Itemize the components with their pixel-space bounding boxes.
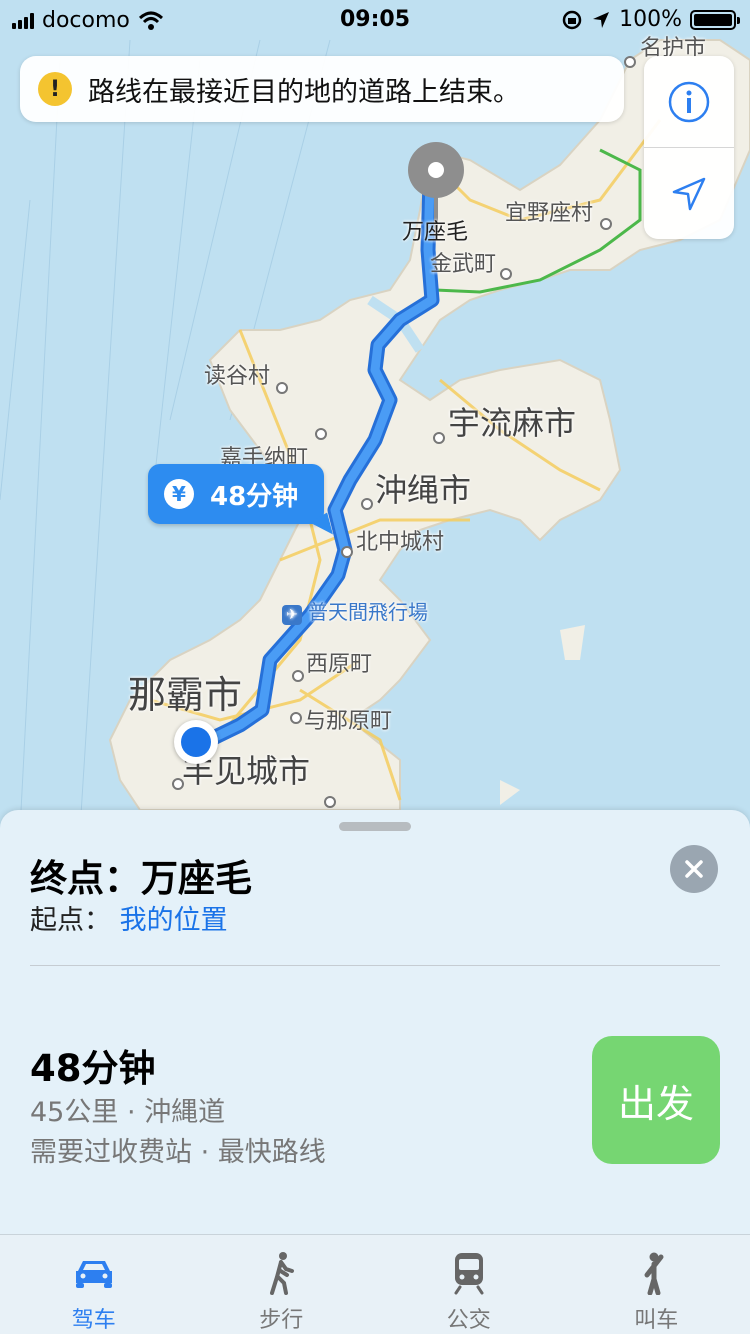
map-label-uruma: 宇流麻市 [448,404,577,442]
tab-label: 叫车 [634,1308,679,1333]
status-bar: docomo 09:05 100% [0,0,750,40]
transport-tab-bar: 驾车 步行 公交 叫车 [0,1234,750,1334]
tab-label: 驾车 [71,1308,116,1333]
map-marker [315,428,327,440]
route-time-bubble[interactable]: ¥ 48分钟 [148,464,324,524]
origin-prefix: 起点： [30,905,111,936]
map-info-button[interactable] [644,56,734,147]
map-label-naha: 那霸市 [128,673,243,717]
route-distance: 45公里 · 沖縄道 [30,1097,226,1128]
location-arrow-icon [672,177,706,210]
origin-row: 起点： 我的位置 [30,898,228,937]
tab-drive[interactable]: 驾车 [0,1235,188,1334]
map-marker [292,670,304,682]
current-location-dot [174,720,218,764]
transit-icon [454,1252,484,1294]
tab-walk[interactable]: 步行 [188,1235,376,1334]
battery-icon [690,9,740,30]
destination-title: 终点：万座毛 [30,857,252,900]
airplane-icon: ✈ [282,605,302,625]
map-marker [172,778,184,790]
info-icon [668,81,710,122]
map-marker [361,498,373,510]
go-button[interactable]: 出发 [592,1036,720,1164]
map-view[interactable]: 名护市 宜野座村 金武町 读谷村 宇流麻市 嘉手纳町 沖绳市 北中城村 ✈ 普天間… [0,0,750,830]
close-button[interactable] [670,845,718,893]
location-arrow-icon [593,11,610,28]
map-label-okinawa: 沖绳市 [375,471,472,509]
map-marker [600,218,612,230]
tab-label: 公交 [446,1308,491,1333]
route-note: 需要过收费站 · 最快路线 [30,1137,326,1168]
map-controls [644,56,734,239]
car-icon [75,1260,112,1288]
rotation-lock-icon [562,10,582,29]
origin-link[interactable]: 我的位置 [120,905,228,936]
close-icon [685,860,703,878]
map-label-nishihara: 西原町 [306,652,373,677]
divider [30,965,720,966]
map-label-ginoza: 宜野座村 [505,201,594,226]
map-label-kitanakagusuku: 北中城村 [356,530,445,555]
map-label-yonabaru: 与那原町 [304,709,393,734]
tab-label: 步行 [259,1308,304,1333]
yen-icon: ¥ [164,479,194,509]
map-label-kin: 金武町 [430,252,497,277]
battery-percent: 100% [619,7,682,32]
map-marker [290,712,302,724]
destination-pin-label: 万座毛 [402,220,469,245]
ride-icon [644,1252,664,1295]
sheet-grabber[interactable] [339,822,411,831]
route-duration: 48分钟 [30,1047,156,1090]
map-marker [500,268,512,280]
map-marker [624,56,636,68]
map-marker [324,796,336,808]
map-label-airport: ✈ 普天間飛行場 [282,596,428,625]
tab-transit[interactable]: 公交 [375,1235,563,1334]
route-warning-banner[interactable]: ! 路线在最接近目的地的道路上结束。 [20,56,624,122]
warning-icon: ! [38,72,72,106]
map-label-yomitan: 读谷村 [204,364,271,389]
walk-icon [270,1251,295,1295]
banner-message: 路线在最接近目的地的道路上结束。 [88,76,520,108]
map-marker [433,432,445,444]
map-marker [276,382,288,394]
map-marker [341,546,353,558]
track-location-button[interactable] [644,148,734,239]
tab-ride[interactable]: 叫车 [563,1235,750,1334]
route-duration-label: 48分钟 [210,481,299,512]
